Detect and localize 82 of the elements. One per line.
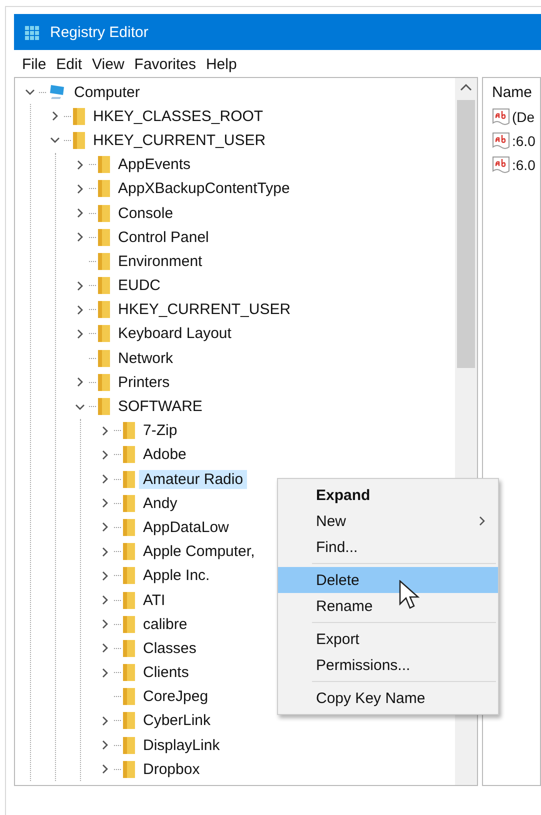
folder-icon bbox=[123, 494, 135, 512]
tree-item[interactable]: Apple Inc. bbox=[139, 566, 214, 586]
folder-icon bbox=[98, 301, 110, 318]
menu-option[interactable]: Copy Key Name bbox=[278, 685, 498, 711]
folder-icon bbox=[73, 108, 85, 125]
tree-item[interactable]: HKEY_CLASSES_ROOT bbox=[89, 106, 268, 126]
folder-icon bbox=[123, 760, 135, 778]
tree-item[interactable]: Computer bbox=[70, 82, 144, 102]
menu-option[interactable]: New bbox=[278, 508, 498, 534]
menu-option[interactable]: Permissions... bbox=[278, 652, 498, 678]
menu-item[interactable]: View bbox=[88, 56, 128, 72]
folder-icon bbox=[123, 592, 135, 609]
app-icon bbox=[24, 23, 42, 41]
tree-item[interactable]: Clients bbox=[139, 663, 193, 682]
tree-item[interactable]: ATI bbox=[139, 590, 170, 610]
string-value-icon bbox=[492, 108, 510, 126]
tree-item[interactable]: Andy bbox=[139, 494, 182, 513]
menu-option[interactable]: Rename bbox=[278, 593, 498, 619]
submenu-chevron-icon bbox=[478, 515, 486, 527]
folder-icon bbox=[123, 688, 135, 706]
menu-item[interactable]: Edit bbox=[52, 56, 86, 72]
tree-item[interactable]: AppEvents bbox=[114, 155, 195, 174]
folder-icon bbox=[123, 616, 135, 633]
tree-item[interactable]: 7-Zip bbox=[139, 421, 182, 440]
string-value-icon bbox=[492, 132, 510, 150]
tree-item[interactable]: Printers bbox=[114, 372, 174, 392]
folder-icon bbox=[98, 156, 110, 174]
folder-icon bbox=[98, 252, 110, 270]
tree-item[interactable]: Dropbox bbox=[139, 760, 204, 779]
tree-item[interactable]: Adobe bbox=[139, 445, 190, 464]
folder-icon bbox=[73, 132, 85, 149]
folder-icon bbox=[123, 736, 135, 754]
window-title: Registry Editor bbox=[50, 24, 148, 40]
value-name[interactable]: :6.0 bbox=[512, 133, 536, 149]
tree-item[interactable]: CyberLink bbox=[139, 711, 215, 730]
folder-icon bbox=[123, 567, 135, 584]
folder-icon bbox=[98, 228, 110, 246]
tree-item[interactable]: Control Panel bbox=[114, 228, 213, 247]
menu-option[interactable]: Find... bbox=[278, 534, 498, 560]
folder-icon bbox=[123, 446, 135, 464]
tree-item[interactable]: Console bbox=[114, 204, 178, 223]
tree-item[interactable]: calibre bbox=[139, 614, 192, 634]
tree-item[interactable]: Keyboard Layout bbox=[114, 324, 236, 344]
menu-option[interactable]: Export bbox=[278, 626, 498, 652]
folder-icon bbox=[98, 277, 110, 294]
value-name[interactable]: (De bbox=[512, 109, 535, 125]
tree-item[interactable]: Network bbox=[114, 348, 178, 368]
tree-item[interactable]: Environment bbox=[114, 252, 206, 271]
string-value-icon bbox=[492, 156, 510, 174]
tree-item[interactable]: EUDC bbox=[114, 276, 165, 296]
folder-icon bbox=[123, 640, 135, 657]
menu-item[interactable]: Favorites bbox=[130, 56, 200, 72]
folder-icon bbox=[98, 204, 110, 222]
folder-icon bbox=[98, 350, 110, 367]
tree-item[interactable]: HKEY_CURRENT_USER bbox=[89, 130, 270, 150]
tree-item[interactable]: Amateur Radio bbox=[139, 470, 248, 489]
tree-item[interactable]: Classes bbox=[139, 638, 200, 658]
folder-icon bbox=[98, 180, 110, 198]
folder-icon bbox=[123, 518, 135, 536]
column-header[interactable]: Name bbox=[492, 84, 540, 101]
tree-item[interactable]: HKEY_CURRENT_USER bbox=[114, 300, 295, 320]
computer-icon bbox=[48, 84, 66, 100]
folder-icon bbox=[123, 664, 135, 682]
folder-icon bbox=[123, 543, 135, 560]
value-name[interactable]: :6.0 bbox=[512, 157, 536, 173]
tree-item[interactable]: Apple Computer, bbox=[139, 542, 259, 562]
tree-item[interactable]: DisplayLink bbox=[139, 736, 224, 755]
menu-item[interactable]: File bbox=[18, 56, 50, 72]
menu-option[interactable]: Expand bbox=[278, 482, 498, 508]
folder-icon bbox=[123, 712, 135, 730]
folder-icon bbox=[123, 470, 135, 488]
folder-icon bbox=[98, 398, 110, 416]
folder-icon bbox=[123, 422, 135, 440]
tree-item[interactable]: AppXBackupContentType bbox=[114, 179, 294, 198]
menu-item[interactable]: Help bbox=[202, 56, 241, 72]
menu-option[interactable]: Delete bbox=[278, 567, 498, 593]
folder-icon bbox=[98, 325, 110, 342]
tree-item[interactable]: CoreJpeg bbox=[139, 687, 212, 706]
tree-item[interactable]: SOFTWARE bbox=[114, 397, 206, 416]
tree-item[interactable]: AppDataLow bbox=[139, 518, 233, 537]
mouse-pointer-icon bbox=[399, 580, 421, 612]
folder-icon bbox=[98, 374, 110, 391]
